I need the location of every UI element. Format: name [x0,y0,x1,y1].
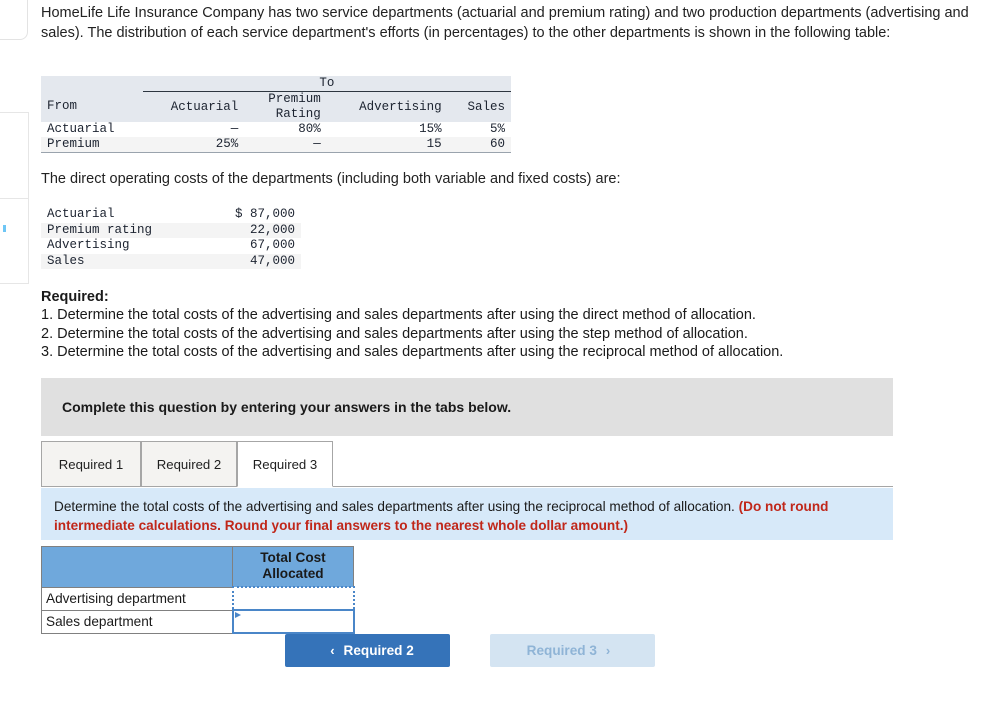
tab-required-2[interactable]: Required 2 [141,441,237,487]
group-header-spacer [41,76,143,92]
tab-bar: Required 1 Required 2 Required 3 [41,441,893,487]
table-row: Advertising department [41,586,355,611]
answer-header-blank [41,546,233,588]
table-row: Sales department [41,609,355,634]
row-label-actuarial: Actuarial [41,122,143,137]
cost-label-advertising: Advertising [41,238,202,254]
table-row: Premium 25% — 15 60 [41,137,511,153]
column-header-sales: Sales [447,91,511,122]
column-header-premium-rating: Premium Rating [244,91,327,122]
instruction-main-text: Determine the total costs of the adverti… [54,499,739,514]
problem-intro-text: HomeLife Life Insurance Company has two … [41,5,969,41]
answer-row-label-sales: Sales department [41,609,233,634]
cell-premium-sales: 60 [447,137,511,153]
table-row-column-headers: From Actuarial Premium Rating Advertising… [41,91,511,122]
answer-input-sales[interactable] [231,609,355,634]
cell-actuarial-advertising: 15% [326,122,448,137]
answer-header-total-cost-allocated: Total Cost Allocated [232,546,354,588]
cost-amount-actuarial: $ 87,000 [201,207,301,223]
answer-input-advertising[interactable] [231,586,355,611]
tab-required-1[interactable]: Required 1 [41,441,141,487]
required-heading: Required: [41,289,109,305]
cell-actuarial-premium-rating: 80% [244,122,327,137]
distribution-table: To From Actuarial Premium Rating Advertis… [41,76,511,153]
instruction-banner: Complete this question by entering your … [41,378,893,436]
required-item-1: 1. Determine the total costs of the adve… [41,307,756,324]
cost-label-premium-rating: Premium rating [41,222,202,238]
cell-actuarial-actuarial: — [142,122,245,137]
previous-button-label: Required 2 [343,643,414,658]
table-row-group-header: To [41,76,511,92]
tab-required-3[interactable]: Required 3 [237,441,333,487]
direct-costs-table: Actuarial $ 87,000 Premium rating 22,000… [41,207,301,269]
column-header-from: From [41,91,143,122]
table-row: Actuarial $ 87,000 [41,207,301,223]
cell-premium-advertising: 15 [326,137,448,153]
previous-required-2-button[interactable]: ‹ Required 2 [285,634,450,667]
table-row: Sales 47,000 [41,253,301,269]
required-item-3: 3. Determine the total costs of the adve… [41,344,784,361]
costs-intro-text: The direct operating costs of the depart… [41,171,621,187]
cutoff-accent-dot [3,225,6,232]
cell-selection-marker-icon [234,612,241,618]
cutoff-panel-middle [0,112,29,200]
next-required-3-button[interactable]: Required 3 › [490,634,656,667]
premium-rating-line2: Rating [275,107,321,121]
chevron-left-icon: ‹ [330,643,335,658]
column-header-actuarial: Actuarial [142,91,245,122]
left-edge-chrome [0,0,29,716]
tab-required-1-label: Required 1 [58,456,124,472]
chevron-right-icon: › [605,643,611,658]
cost-label-sales: Sales [41,253,202,269]
table-row: Actuarial — 80% 15% 5% [41,122,511,137]
answer-entry-table: Total Cost Allocated Advertising departme… [41,546,355,634]
cutoff-panel-lower [0,198,29,284]
required-section: Required: 1. Determine the total costs o… [41,288,941,362]
row-label-premium: Premium [41,137,143,153]
cost-amount-sales: 47,000 [201,253,301,269]
tab-required-3-label: Required 3 [252,456,318,472]
instruction-banner-text: Complete this question by entering your … [62,399,512,415]
tab-required-2-label: Required 2 [156,456,222,472]
required-item-2: 2. Determine the total costs of the adve… [41,325,748,342]
navigation-buttons: ‹ Required 2 Required 3 › [285,634,656,667]
cell-premium-actuarial: 25% [142,137,245,153]
cell-actuarial-sales: 5% [447,122,511,137]
table-row: Premium rating 22,000 [41,222,301,238]
cost-amount-advertising: 67,000 [201,238,301,254]
cutoff-panel-top [0,0,28,40]
cost-label-actuarial: Actuarial [41,207,202,223]
premium-rating-line1: Premium [268,92,321,106]
total-cost-line2: Allocated [262,566,324,581]
column-header-advertising: Advertising [326,91,448,122]
cost-amount-premium-rating: 22,000 [201,222,301,238]
answer-row-label-advertising: Advertising department [41,586,233,611]
cell-premium-premium-rating: — [244,137,327,153]
next-button-label: Required 3 [526,643,597,658]
question-instruction-panel: Determine the total costs of the adverti… [41,488,893,540]
group-header-to: To [142,76,511,92]
total-cost-line1: Total Cost [260,550,326,565]
table-row-header: Total Cost Allocated [41,546,354,588]
table-row: Advertising 67,000 [41,238,301,254]
